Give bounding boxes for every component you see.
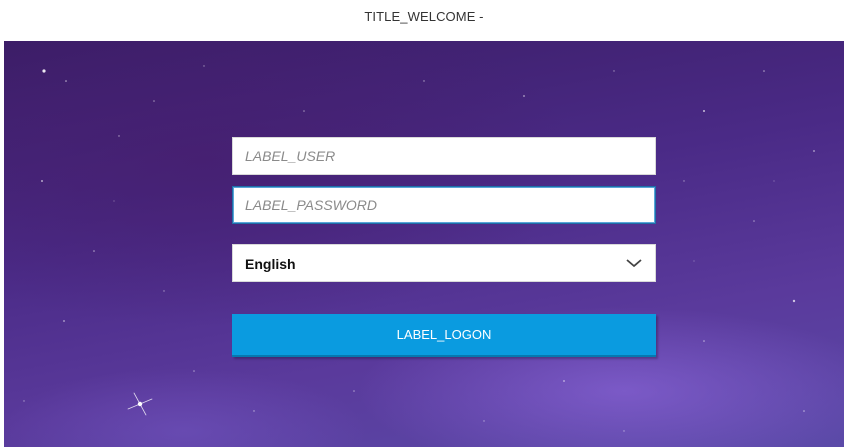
login-page: TITLE_WELCOME - LABEL_USER English LABEL… bbox=[0, 0, 848, 447]
username-input[interactable] bbox=[233, 138, 655, 174]
password-field-container bbox=[232, 186, 656, 224]
starry-background: English LABEL_LOGON bbox=[4, 41, 844, 447]
title-bar: TITLE_WELCOME - bbox=[0, 0, 848, 41]
sparkle-icon bbox=[127, 392, 153, 416]
language-selected-value: English bbox=[245, 256, 296, 272]
chevron-down-icon bbox=[626, 259, 642, 268]
logon-button[interactable]: LABEL_LOGON bbox=[232, 314, 656, 357]
page-title: TITLE_WELCOME - bbox=[364, 9, 484, 24]
language-select[interactable]: English bbox=[232, 244, 656, 282]
password-input[interactable] bbox=[233, 187, 655, 223]
username-field-container bbox=[232, 137, 656, 175]
